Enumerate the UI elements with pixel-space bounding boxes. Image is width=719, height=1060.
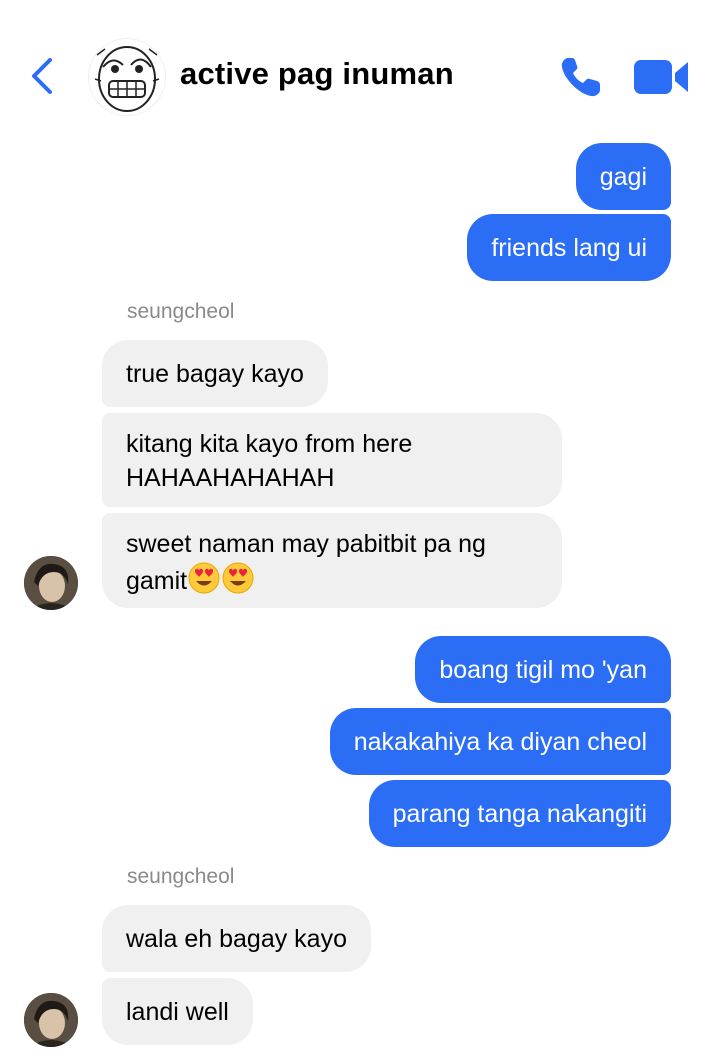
profile-photo-image [24, 556, 78, 610]
message-bubble-incoming[interactable]: wala eh bagay kayo [102, 905, 371, 972]
message-bubble-incoming[interactable]: landi well [102, 978, 253, 1045]
sender-name-label: seungcheol [127, 300, 235, 323]
message-text-line: HAHAAHAHAHAH [126, 464, 335, 492]
message-text: friends lang ui [491, 233, 647, 262]
sender-avatar[interactable] [24, 556, 78, 610]
message-text-line: gamit [126, 567, 188, 595]
sender-name-label: seungcheol [127, 865, 235, 888]
message-bubble-incoming[interactable]: sweet naman may pabitbit pa ng gamit [102, 513, 562, 608]
message-text: wala eh bagay kayo [126, 924, 347, 953]
message-text: nakakahiya ka diyan cheol [353, 727, 647, 756]
message-bubble-outgoing[interactable]: friends lang ui [467, 214, 671, 281]
message-bubble-outgoing[interactable]: gagi [575, 143, 671, 210]
message-bubble-outgoing[interactable]: parang tanga nakangiti [368, 780, 671, 847]
message-text: gagi [599, 162, 647, 191]
message-text: boang tigil mo 'yan [439, 655, 647, 684]
message-text-line: kitang kita kayo from here [126, 430, 413, 458]
message-text: true bagay kayo [126, 359, 304, 388]
message-text: landi well [126, 997, 229, 1026]
message-bubble-incoming[interactable]: true bagay kayo [102, 340, 328, 407]
message-bubble-outgoing[interactable]: nakakahiya ka diyan cheol [329, 708, 671, 775]
message-thread: gagi friends lang ui seungcheol true bag… [0, 0, 719, 1060]
message-bubble-incoming[interactable]: kitang kita kayo from here HAHAAHAHAHAH [102, 413, 562, 507]
sender-avatar[interactable] [24, 993, 78, 1047]
message-bubble-outgoing[interactable]: boang tigil mo 'yan [415, 636, 671, 703]
profile-photo-image [24, 993, 78, 1047]
heart-eyes-emoji-icon [188, 562, 220, 594]
message-text: parang tanga nakangiti [392, 799, 647, 828]
heart-eyes-emoji-icon [222, 562, 254, 594]
message-text-line: sweet naman may pabitbit pa ng [126, 530, 486, 558]
